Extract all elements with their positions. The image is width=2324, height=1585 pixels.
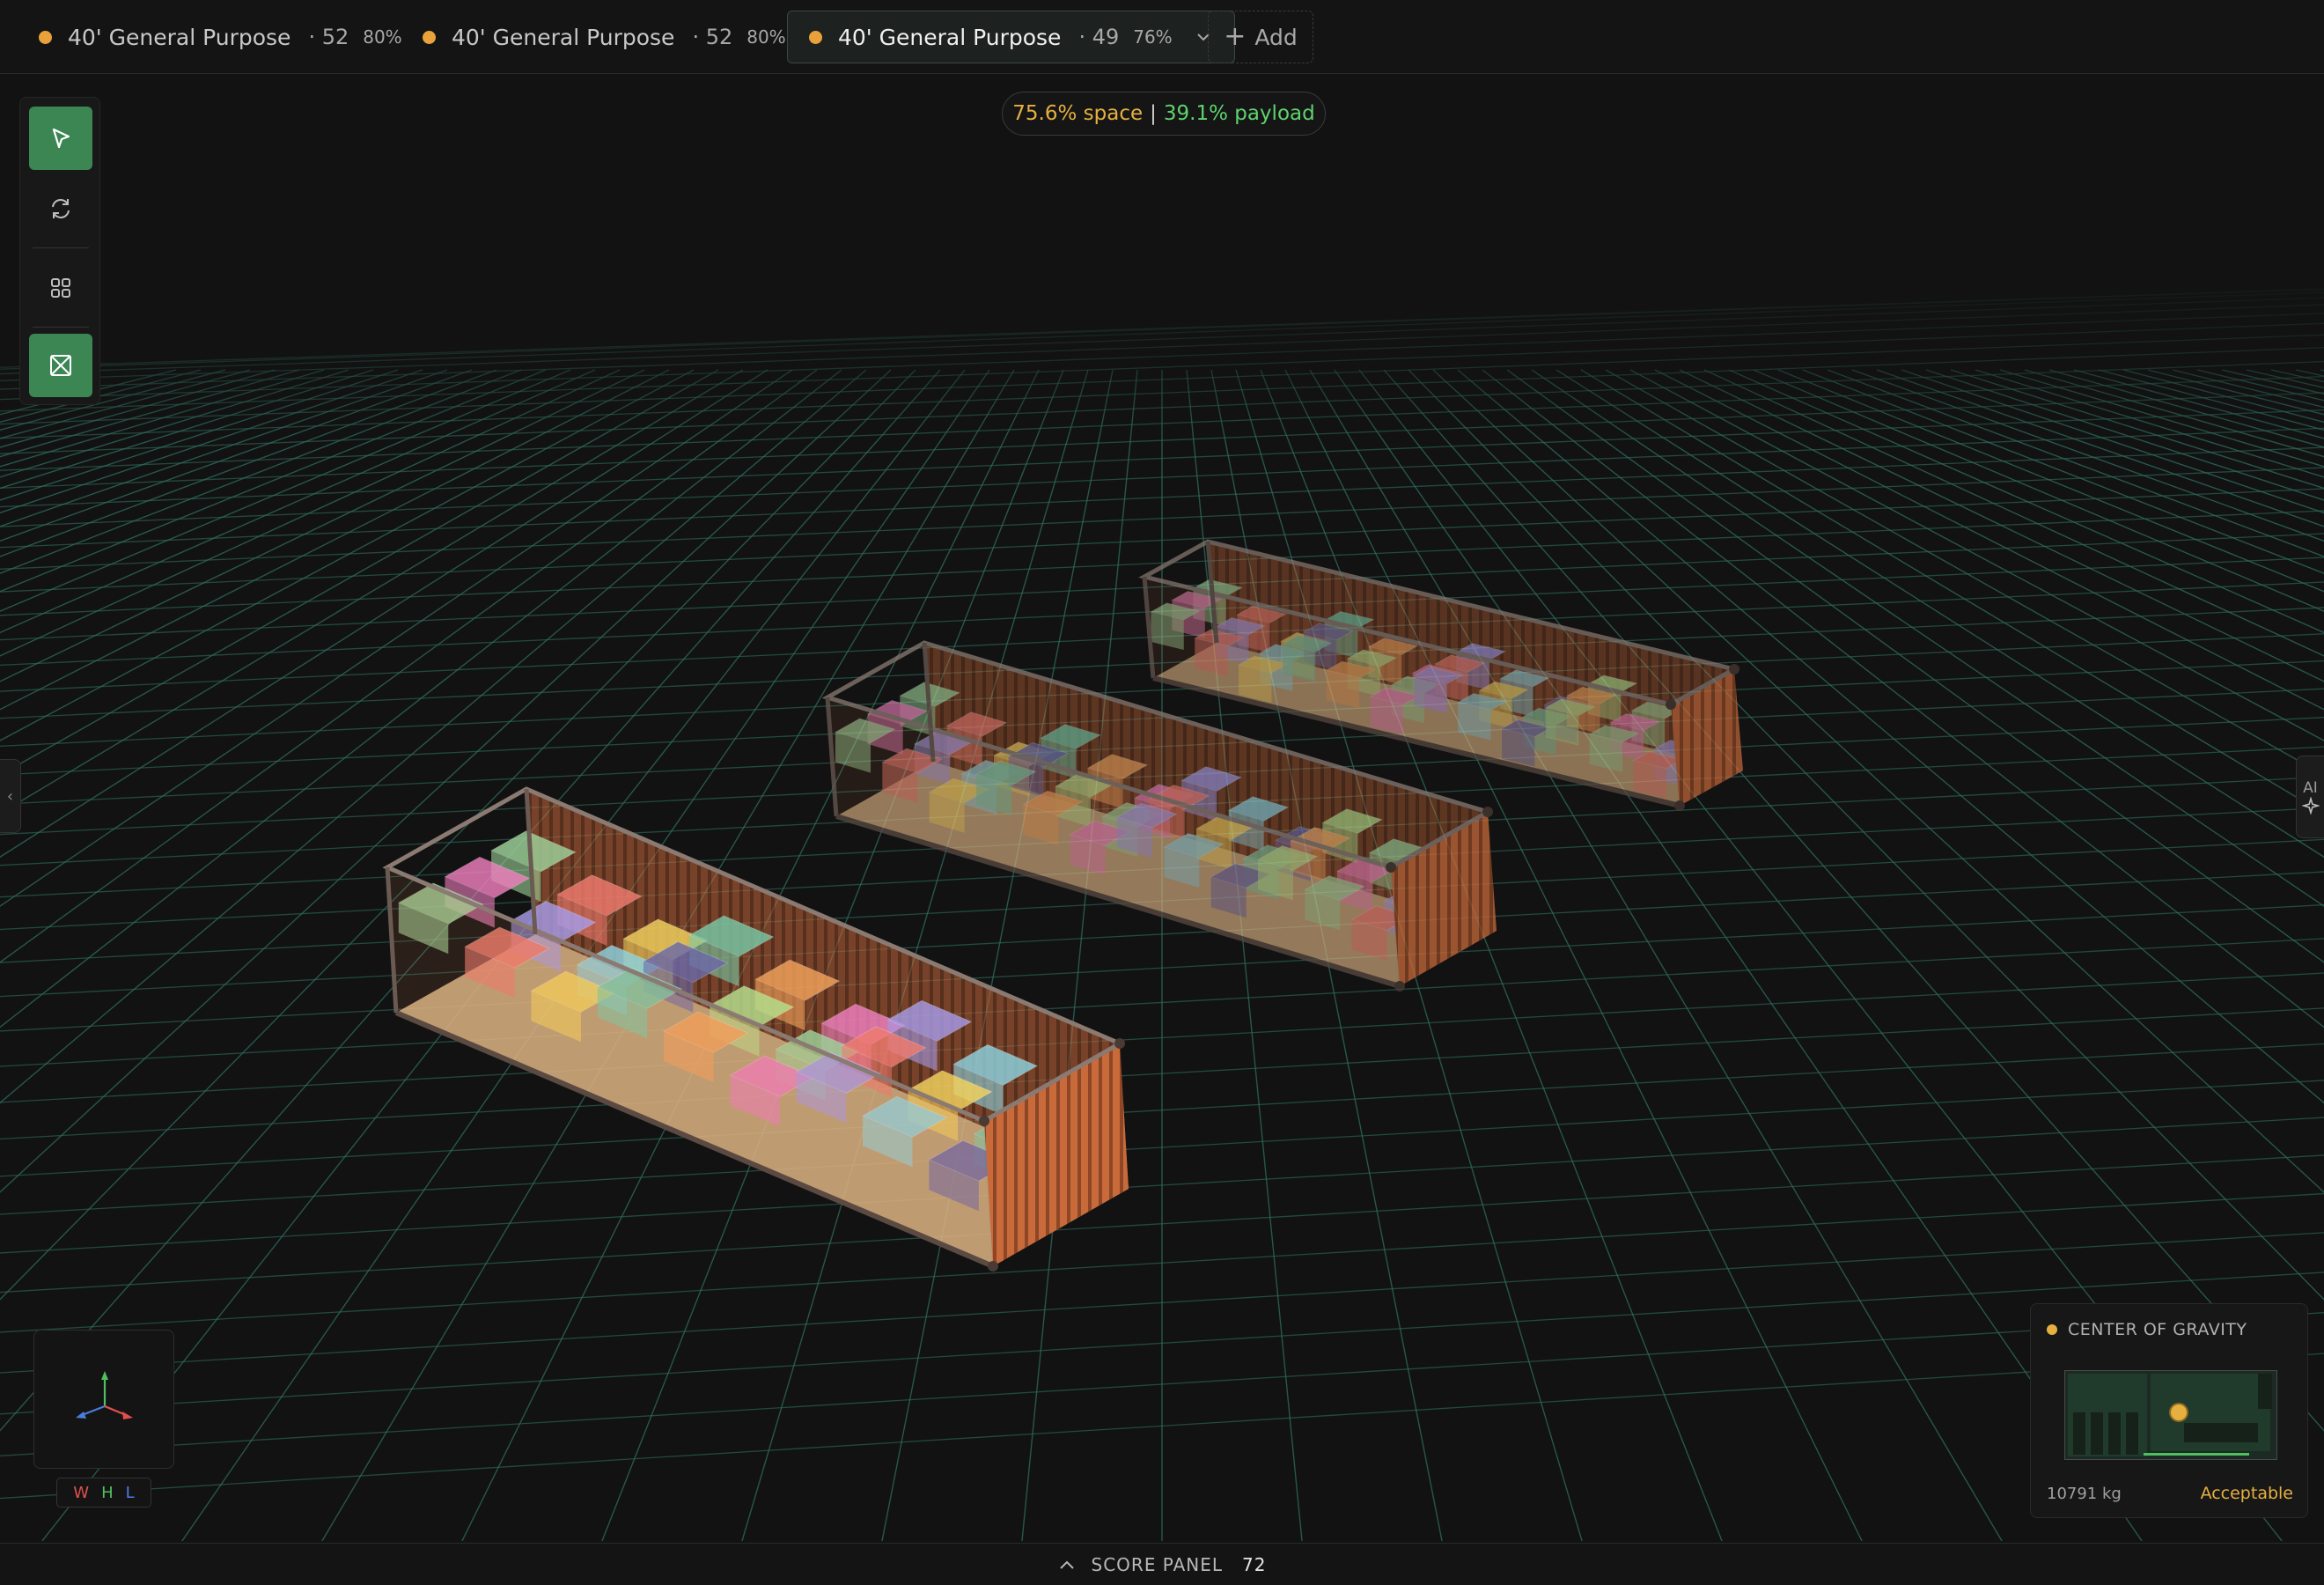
tab-label: 40' General Purpose xyxy=(452,24,675,50)
chevron-left-icon: ‹ xyxy=(6,786,14,806)
grid-view-button[interactable] xyxy=(29,256,92,320)
add-label: Add xyxy=(1254,24,1298,50)
left-panel-toggle[interactable]: ‹ xyxy=(0,759,21,833)
stats-separator: | xyxy=(1150,102,1157,125)
status-dot xyxy=(2047,1324,2057,1335)
tab-fill-percent: 76% xyxy=(1133,26,1173,48)
select-tool-button[interactable] xyxy=(29,107,92,170)
container-view-icon xyxy=(50,355,71,376)
score-panel-toggle[interactable]: SCORE PANEL 72 xyxy=(0,1543,2324,1585)
chevron-up-icon xyxy=(1059,1560,1074,1569)
tab-item-count: · 52 xyxy=(308,25,349,49)
sparkle-icon xyxy=(2301,797,2320,815)
grid-view-icon xyxy=(51,278,70,298)
score-value: 72 xyxy=(1242,1553,1267,1575)
toolbar-divider xyxy=(33,247,89,248)
center-of-gravity-card[interactable]: CENTER OF GRAVITY 10791 kg Acceptable xyxy=(2030,1303,2308,1518)
tab-fill-percent: 80% xyxy=(746,26,786,48)
total-weight: 10791 kg xyxy=(2047,1485,2122,1503)
toolbar-divider xyxy=(33,327,89,328)
utilization-summary: 75.6% space | 39.1% payload xyxy=(1002,92,1326,136)
cog-title-text: CENTER OF GRAVITY xyxy=(2068,1320,2247,1339)
plus-icon: + xyxy=(1224,21,1247,52)
status-dot xyxy=(39,30,52,44)
axis-triad-icon xyxy=(76,1371,133,1419)
tab-item-count: · 52 xyxy=(692,25,733,49)
axis-gizmo[interactable] xyxy=(33,1330,174,1469)
container-view-button[interactable] xyxy=(29,334,92,397)
width-axis-label: W xyxy=(73,1483,90,1502)
tab-label: 40' General Purpose xyxy=(838,24,1062,50)
rotate-tool-button[interactable] xyxy=(29,177,92,240)
tab-item-count: · 49 xyxy=(1078,25,1120,49)
rotate-icon xyxy=(52,199,70,218)
cog-title: CENTER OF GRAVITY xyxy=(2047,1320,2247,1339)
container-tab-3-active[interactable]: 40' General Purpose · 49 76% xyxy=(787,11,1235,63)
container-tab-2[interactable]: 40' General Purpose · 52 80% xyxy=(423,11,786,63)
axis-legend: W H L xyxy=(56,1478,151,1508)
cog-floor-plan xyxy=(2064,1370,2277,1460)
select-icon xyxy=(52,128,70,149)
cog-status: Acceptable xyxy=(2200,1484,2293,1503)
ai-label: AI xyxy=(2303,779,2318,797)
container-tab-1[interactable]: 40' General Purpose · 52 80% xyxy=(39,11,402,63)
3d-viewport[interactable] xyxy=(0,75,2324,1541)
status-dot xyxy=(423,30,436,44)
tab-fill-percent: 80% xyxy=(363,26,402,48)
tab-label: 40' General Purpose xyxy=(68,24,291,50)
length-axis-label: L xyxy=(125,1483,135,1502)
space-utilization: 75.6% space xyxy=(1012,102,1144,125)
view-toolbar xyxy=(19,97,100,405)
container-tab-bar: 40' General Purpose · 52 80% 40' General… xyxy=(0,0,2324,74)
status-dot xyxy=(809,30,822,44)
payload-utilization: 39.1% payload xyxy=(1163,102,1315,125)
ai-panel-toggle[interactable]: AI xyxy=(2296,756,2324,838)
score-panel-label: SCORE PANEL xyxy=(1091,1553,1224,1575)
height-axis-label: H xyxy=(101,1483,114,1502)
add-container-button[interactable]: + Add xyxy=(1208,11,1313,63)
